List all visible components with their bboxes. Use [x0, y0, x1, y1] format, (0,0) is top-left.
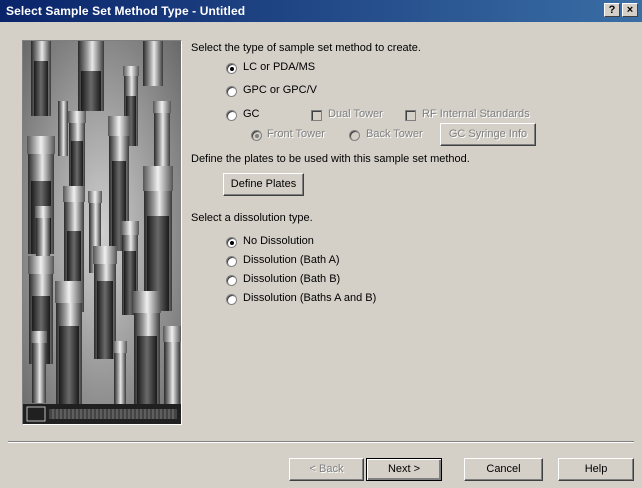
- radio-front-tower[interactable]: [251, 130, 262, 141]
- label-front-tower: Front Tower: [267, 128, 325, 140]
- help-button[interactable]: Help: [558, 458, 634, 481]
- label-dissolution-bath-b[interactable]: Dissolution (Bath B): [243, 273, 340, 285]
- back-button[interactable]: < Back: [289, 458, 364, 481]
- checkbox-dual-tower[interactable]: [311, 110, 322, 121]
- vials-illustration: [23, 41, 181, 424]
- define-plates-button[interactable]: Define Plates: [223, 173, 304, 196]
- radio-back-tower[interactable]: [349, 130, 360, 141]
- label-no-dissolution[interactable]: No Dissolution: [243, 235, 314, 247]
- dissolution-heading: Select a dissolution type.: [191, 212, 313, 224]
- help-question-button[interactable]: ?: [604, 3, 620, 17]
- checkbox-rf-internal-standards[interactable]: [405, 110, 416, 121]
- close-button[interactable]: ×: [622, 3, 638, 17]
- radio-gc[interactable]: [226, 110, 237, 121]
- label-lc-pda-ms[interactable]: LC or PDA/MS: [243, 61, 315, 73]
- next-button[interactable]: Next >: [366, 458, 442, 481]
- window-title: Select Sample Set Method Type - Untitled: [6, 4, 246, 18]
- label-dual-tower: Dual Tower: [328, 108, 383, 120]
- label-dissolution-bath-a[interactable]: Dissolution (Bath A): [243, 254, 340, 266]
- footer-separator: [8, 441, 634, 443]
- plates-heading: Define the plates to be used with this s…: [191, 153, 470, 165]
- label-rf-internal-standards: RF Internal Standards: [422, 108, 530, 120]
- radio-gpc[interactable]: [226, 86, 237, 97]
- label-gpc[interactable]: GPC or GPC/V: [243, 84, 317, 96]
- vials-banner-image: [22, 40, 182, 425]
- method-type-heading: Select the type of sample set method to …: [191, 42, 421, 54]
- radio-lc-pda-ms[interactable]: [226, 63, 237, 74]
- label-back-tower: Back Tower: [366, 128, 423, 140]
- radio-dissolution-baths-ab[interactable]: [226, 294, 237, 305]
- radio-no-dissolution[interactable]: [226, 237, 237, 248]
- radio-dissolution-bath-b[interactable]: [226, 275, 237, 286]
- label-dissolution-baths-ab[interactable]: Dissolution (Baths A and B): [243, 292, 376, 304]
- gc-syringe-info-button[interactable]: GC Syringe Info: [440, 123, 536, 146]
- label-gc[interactable]: GC: [243, 108, 260, 120]
- radio-dissolution-bath-a[interactable]: [226, 256, 237, 267]
- title-bar: Select Sample Set Method Type - Untitled…: [0, 0, 642, 22]
- close-icon: ×: [626, 4, 634, 16]
- cancel-button[interactable]: Cancel: [464, 458, 543, 481]
- help-question-icon: ?: [608, 4, 616, 16]
